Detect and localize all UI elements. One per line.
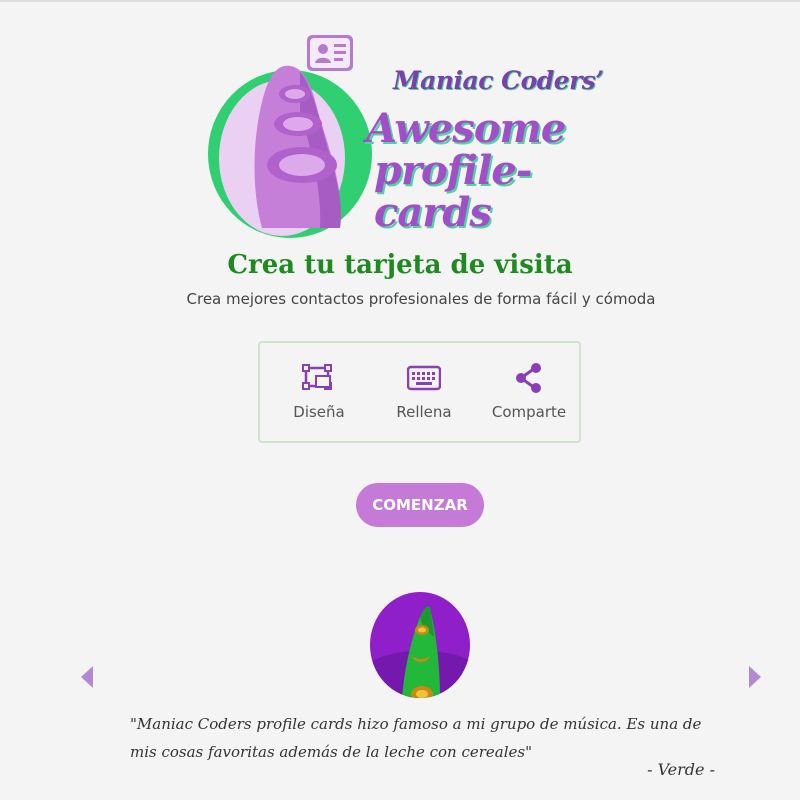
share-icon (516, 363, 541, 393)
steps-panel: Diseña Rellena Comparte (258, 341, 581, 443)
previous-arrow-icon[interactable] (80, 665, 94, 689)
step-share: Comparte (479, 361, 579, 421)
brand-title-line1: Awesome (366, 105, 566, 152)
tentacle-avatar-image (370, 592, 470, 698)
step-design: Diseña (269, 361, 369, 421)
step-fill-label: Rellena (396, 403, 452, 421)
step-share-label: Comparte (491, 403, 567, 421)
logo: Maniac Coders’ Awesome profile-cards (0, 2, 800, 252)
testimonial-author: - Verde - (647, 760, 715, 779)
id-card-icon (307, 35, 353, 71)
next-arrow-icon[interactable] (748, 665, 762, 689)
testimonial-quote: "Maniac Coders profile cards hizo famoso… (130, 715, 702, 761)
page-title: Crea tu tarjeta de visita (227, 250, 573, 280)
step-design-label: Diseña (293, 403, 345, 421)
brand-title-line2: profile-cards (374, 147, 532, 236)
page-subtitle: Crea mejores contactos profesionales de … (186, 290, 656, 308)
object-select-icon (302, 364, 332, 390)
brand-title: Awesome profile-cards (366, 108, 646, 234)
brand-name: Maniac Coders’ (393, 66, 604, 95)
step-fill: Rellena (374, 361, 474, 421)
avatar (370, 592, 470, 698)
keyboard-icon (407, 365, 441, 391)
start-button[interactable]: COMENZAR (356, 483, 484, 527)
